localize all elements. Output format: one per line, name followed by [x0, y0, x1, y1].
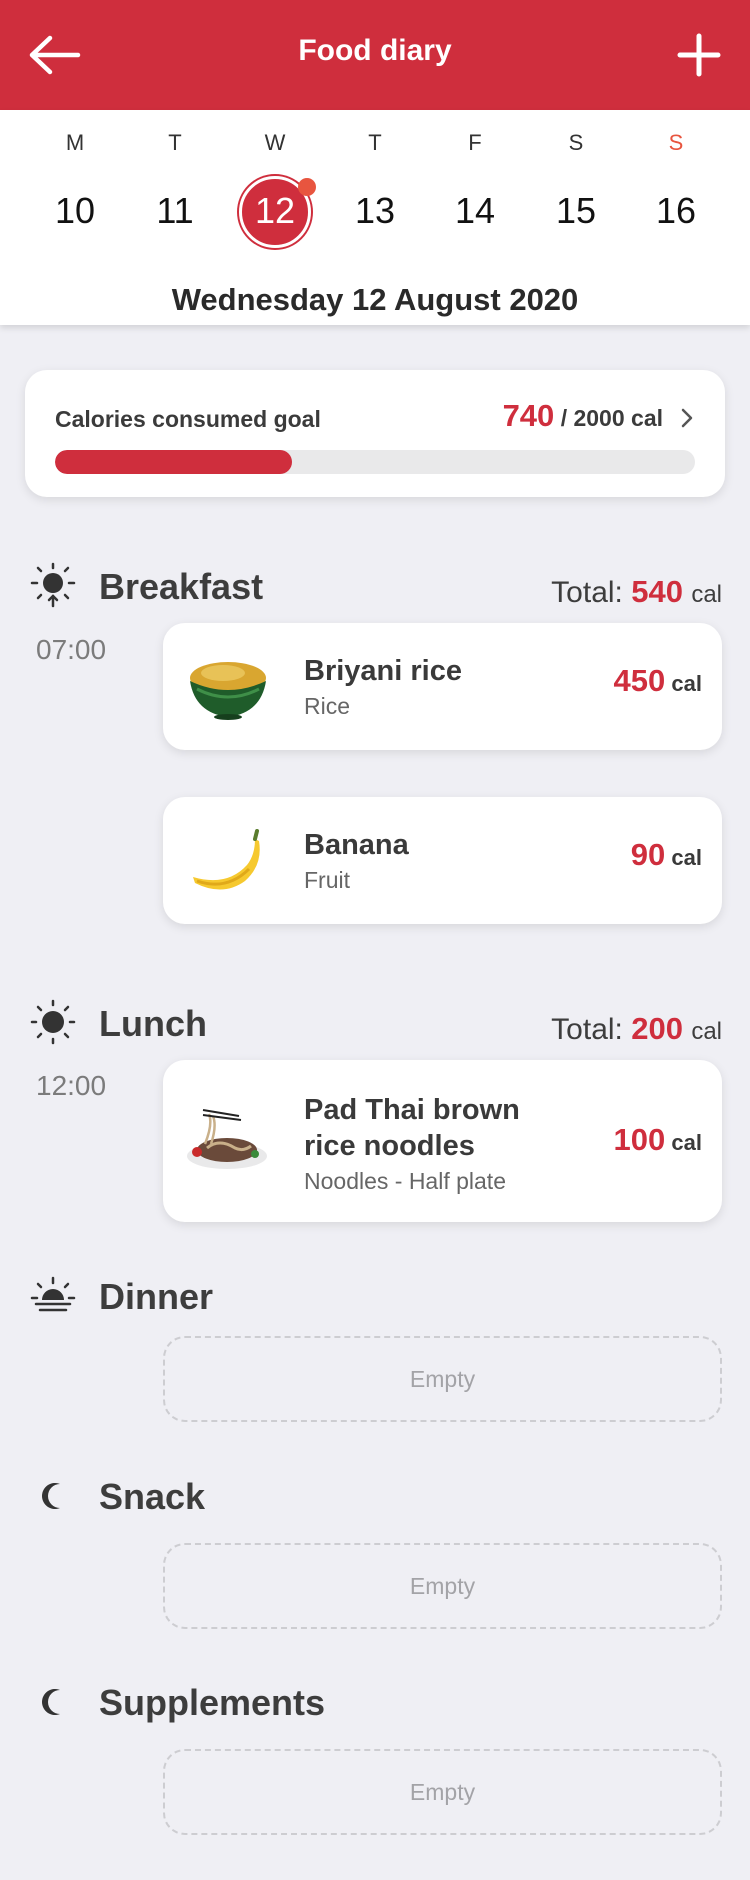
dinner-header: Dinner [30, 1270, 730, 1320]
chevron-right-icon [681, 408, 693, 428]
food-calories: 450 cal [614, 663, 702, 699]
day-number: 16 [655, 190, 697, 231]
dinner-empty-slot[interactable]: Empty [163, 1336, 722, 1422]
weekday-label: T [368, 130, 382, 155]
breakfast-header: Breakfast Total: 540 cal [30, 560, 730, 610]
calorie-progress-bar [55, 450, 695, 474]
top-bar: Food diary [0, 0, 750, 110]
total-value: 540 [631, 574, 683, 609]
food-name: Briyani rice [304, 655, 462, 687]
day-number: 13 [354, 190, 396, 231]
lunch-total: Total: 200 cal [551, 1011, 722, 1047]
day-number: 10 [54, 190, 96, 231]
food-item-pad-thai[interactable]: Pad Thai brown rice noodles Noodles - Ha… [163, 1060, 722, 1222]
day-number: 12 [254, 190, 296, 231]
breakfast-time: 07:00 [36, 634, 107, 665]
weekday-label: M [65, 130, 85, 155]
total-value: 200 [631, 1011, 683, 1046]
calorie-progress-fill [55, 450, 292, 474]
breakfast-title: Breakfast [99, 566, 264, 607]
week-calendar: M 10 T 11 W 12 T 13 F 14 S 15 S 16 Wedne… [0, 110, 750, 325]
total-label: Total: [551, 576, 623, 609]
day-number: 15 [555, 190, 597, 231]
total-label: Total: [551, 1013, 623, 1046]
food-category: Rice [304, 693, 351, 719]
snack-empty-slot[interactable]: Empty [163, 1543, 722, 1629]
sunrise-icon [30, 562, 76, 608]
food-name-line-1: Pad Thai brown [304, 1094, 520, 1126]
food-name-line-2: rice noodles [304, 1130, 475, 1162]
food-category: Fruit [304, 867, 350, 893]
rice-bowl-icon [190, 662, 266, 720]
snack-title: Snack [99, 1476, 206, 1517]
supplements-title: Supplements [99, 1682, 326, 1723]
calorie-value: 90 [630, 837, 666, 872]
weekday-label: F [468, 130, 482, 155]
weekday-label: S [668, 130, 684, 155]
supplements-empty-slot[interactable]: Empty [163, 1749, 722, 1835]
entry-indicator-dot [298, 178, 316, 196]
snack-header: Snack [30, 1470, 730, 1520]
lunch-title: Lunch [99, 1003, 207, 1044]
calorie-value: 450 [613, 663, 666, 698]
lunch-time: 12:00 [36, 1070, 107, 1101]
food-calories: 100 cal [614, 1122, 702, 1158]
goal-values: 740 / 2000 cal [503, 398, 663, 434]
calorie-unit: cal [671, 1130, 702, 1155]
moon-icon [42, 1483, 60, 1509]
calorie-value: 100 [613, 1122, 666, 1157]
food-item-banana[interactable]: Banana Fruit 90 cal [163, 797, 722, 924]
supplements-header: Supplements [30, 1676, 730, 1726]
page-title: Food diary [298, 34, 452, 67]
selected-date-label: Wednesday 12 August 2020 [171, 282, 579, 317]
breakfast-total: Total: 540 cal [551, 574, 722, 610]
moon-icon [42, 1689, 60, 1715]
goal-label: Calories consumed goal [55, 406, 321, 432]
weekday-label: W [264, 130, 286, 155]
noodle-plate-icon [187, 1109, 267, 1169]
sunset-icon [30, 1276, 76, 1312]
plus-icon[interactable] [674, 30, 724, 80]
total-unit: cal [691, 1018, 722, 1045]
lunch-header: Lunch Total: 200 cal [30, 997, 730, 1047]
food-category: Noodles - Half plate [304, 1168, 506, 1194]
calorie-unit: cal [671, 845, 702, 870]
calories-target: / 2000 cal [560, 405, 663, 431]
food-item-briyani-rice[interactable]: Briyani rice Rice 450 cal [163, 623, 722, 750]
food-name: Banana [304, 829, 409, 861]
banana-icon [193, 829, 260, 890]
day-number: 11 [156, 190, 194, 231]
sun-icon [30, 999, 76, 1045]
food-calories: 90 cal [631, 837, 702, 873]
weekday-label: S [568, 130, 584, 155]
calorie-unit: cal [671, 671, 702, 696]
calories-consumed: 740 [502, 398, 555, 433]
dinner-title: Dinner [99, 1276, 214, 1317]
calorie-goal-card[interactable]: Calories consumed goal 740 / 2000 cal [25, 370, 725, 497]
weekday-label: T [168, 130, 182, 155]
total-unit: cal [691, 581, 722, 608]
day-number: 14 [454, 190, 496, 231]
